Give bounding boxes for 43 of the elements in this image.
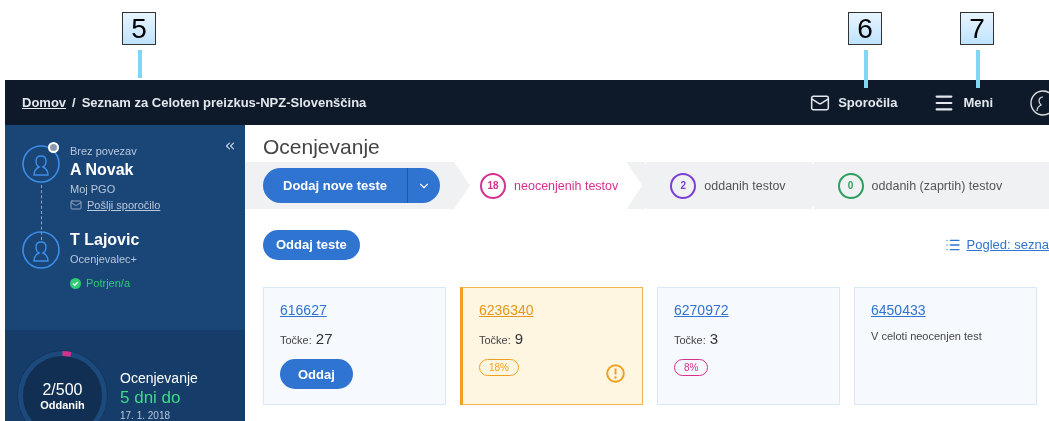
person-name: A Novak — [70, 161, 135, 179]
person-role: Moj PGO — [70, 183, 117, 195]
breadcrumb-current: Seznam za Celoten preizkus-NPZ-Slovenščina — [81, 95, 367, 110]
callout-number: 6 — [848, 12, 882, 45]
breadcrumb-separator: / — [72, 95, 76, 110]
status-text: Brez povezav — [70, 145, 138, 157]
user-icon[interactable] — [1029, 89, 1049, 116]
test-id-link[interactable]: 616627 — [280, 302, 327, 318]
avatar-icon — [22, 145, 60, 183]
view-link[interactable]: Pogled: sezna — [944, 236, 1049, 253]
step-label: neocenjenih testov — [514, 178, 619, 193]
confirmed-status: Potrjen/a — [86, 277, 131, 289]
points-text: Točke: 9 — [479, 330, 525, 347]
due-date: 17. 1. 2018 — [120, 410, 172, 421]
callout-number: 7 — [960, 12, 994, 45]
step-label: oddanih testov — [704, 178, 786, 193]
submit-tests-button[interactable]: Oddaj teste — [263, 229, 360, 260]
test-id-link[interactable]: 6450433 — [871, 302, 926, 318]
step-tab[interactable]: 18 neocenjenih testov — [454, 162, 643, 209]
breadcrumb-link[interactable]: Domov — [22, 95, 67, 110]
points-text: Točke: 3 — [674, 330, 720, 347]
progress-count: 2/500 — [42, 380, 83, 399]
callout-number: 5 — [122, 12, 156, 45]
points-text: Točke: 27 — [280, 330, 334, 347]
card-note: V celoti neocenjen test — [871, 330, 983, 342]
send-message-link[interactable]: Pošlji sporočilo — [87, 199, 161, 211]
submit-button[interactable]: Oddaj — [280, 359, 353, 389]
progress-title: Ocenjevanje — [120, 370, 198, 386]
count-badge: 2 — [670, 172, 697, 199]
collapse-icon[interactable] — [223, 139, 237, 153]
count-badge: 18 — [480, 172, 507, 199]
mail-icon — [70, 199, 82, 211]
person-role: Ocenjevalec+ — [70, 253, 138, 265]
count-badge: 0 — [837, 172, 864, 199]
step-label: oddanih (zaprtih) testov — [871, 178, 1003, 193]
messages-button[interactable]: Sporočila — [810, 92, 898, 113]
page-title: Ocenjevanje — [262, 134, 381, 160]
test-id-link[interactable]: 6270972 — [674, 302, 729, 318]
person-name: T Lajovic — [70, 231, 140, 249]
menu-button[interactable]: Meni — [933, 91, 993, 114]
avatar-icon — [22, 231, 60, 269]
progress-label: Oddanih — [40, 398, 85, 411]
remaining-days: 5 dni do — [120, 388, 198, 408]
